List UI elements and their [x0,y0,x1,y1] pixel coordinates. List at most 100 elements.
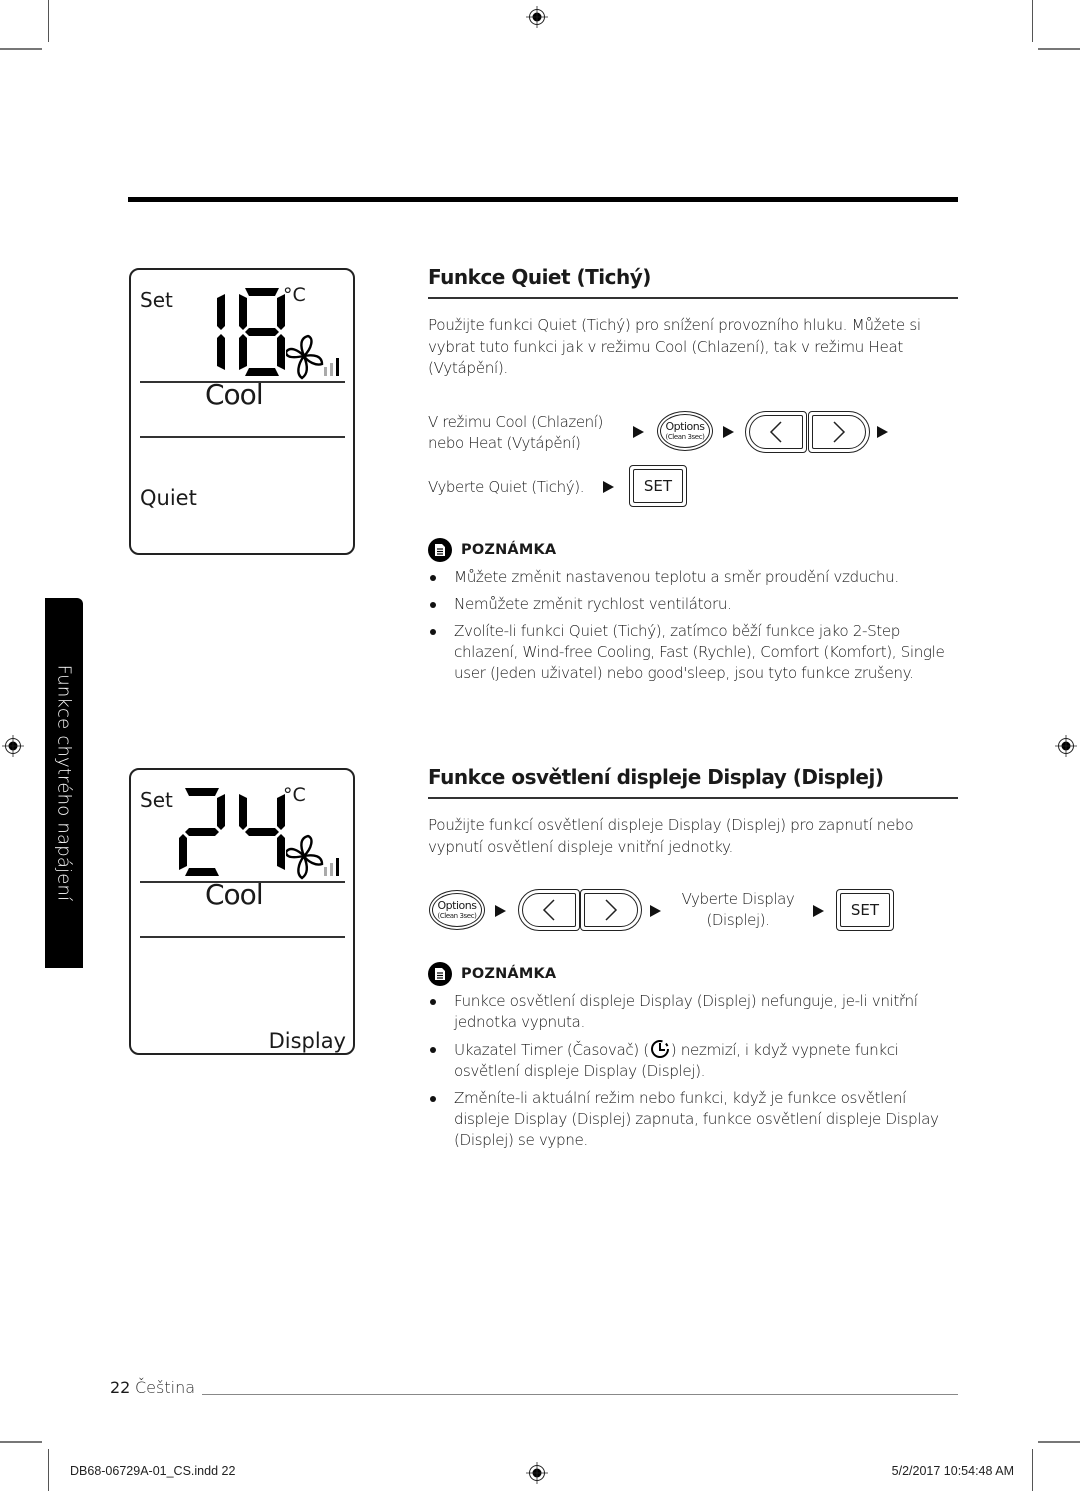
registration-mark-icon [526,1462,548,1484]
footer-rule [202,1394,958,1395]
lcd-segment-f [239,794,247,830]
timer-icon [650,1040,669,1058]
set-button-label: SET [850,901,880,919]
section-intro-display: Použijte funkcí osvětlení displeje Displ… [428,816,914,856]
right-button[interactable] [580,889,642,931]
crop-mark [1032,1449,1033,1491]
note-header: POZNÁMKA [428,538,556,562]
section-rule [428,797,958,799]
lcd-temperature-digits [179,788,285,876]
fan-bar [330,863,333,876]
note-text: Ukazatel Timer (Časovač) ( [454,1041,649,1059]
fan-bar [324,867,327,876]
section-rule [428,297,958,299]
step-condition-line: nebo Heat (Vytápění) [428,434,581,452]
lcd-divider [140,936,345,938]
left-button[interactable] [518,889,580,931]
crop-mark [0,48,42,50]
arrow-right-icon [650,905,661,917]
note-label: POZNÁMKA [461,966,557,982]
arrow-right-icon [603,481,614,493]
header-rule [128,197,958,202]
step-select-display: Vyberte Display (Displej). [672,889,804,931]
lcd-segment-b [217,794,225,830]
arrow-right-icon [813,905,824,917]
lcd-segment-b [217,294,225,330]
section-intro-quiet: Použijte funkci Quiet (Tichý) pro snížen… [428,316,921,377]
chevron-right-icon [833,421,846,443]
lcd-segment-e [179,834,187,870]
remote-display-display: Set °C Cool Display [129,768,355,1055]
fan-speed-icon [286,834,339,880]
note-icon [428,962,452,986]
fan-bar [324,367,327,376]
set-button-label: SET [643,477,673,495]
note-label: POZNÁMKA [461,542,557,558]
fan-bar [336,358,339,376]
print-slug-date: 5/2/2017 10:54:48 AM [891,1464,1014,1478]
set-button[interactable]: SET [836,889,894,931]
note-item: Ukazatel Timer (Časovač) () nezmizí, i k… [428,1039,958,1082]
arrow-right-icon [633,426,644,438]
chevron-left-icon [769,421,782,443]
lcd-unit: °C [283,784,306,806]
section-title-quiet: Funkce Quiet (Tichý) [428,265,651,289]
lcd-segment-f [239,294,247,330]
lcd-segment-d [185,868,219,876]
registration-mark-icon [1055,735,1077,757]
lcd-function: Display [268,1029,346,1053]
lcd-set-label: Set [140,788,173,812]
lcd-segment-c [217,334,225,370]
lcd-segment-d [245,368,279,376]
crop-mark [48,1449,49,1491]
lcd-segment-g [245,328,279,336]
step-select-quiet: Vyberte Quiet (Tichý). [428,478,585,496]
lcd-unit: °C [283,284,306,306]
crop-mark [0,1441,42,1443]
options-button[interactable]: Options (Clean 3sec) [657,411,713,451]
step-text-line: (Displej). [706,911,770,929]
lcd-segment-c [277,334,285,370]
crop-mark [1038,1441,1080,1443]
options-button[interactable]: Options (Clean 3sec) [429,890,485,930]
section-title-display: Funkce osvětlení displeje Display (Displ… [428,765,884,789]
chevron-left-icon [542,899,555,921]
note-item: Změníte-li aktuální režim nebo funkci, k… [428,1088,958,1151]
chapter-side-tab: Funkce chytrého napájení [45,598,83,968]
options-button-label: Options [437,899,477,912]
crop-mark [48,0,49,42]
remote-display-quiet: Set °C Cool Quiet [129,268,355,555]
lcd-temperature-digits [217,288,285,376]
lcd-set-label: Set [140,288,173,312]
note-item: Můžete změnit nastavenou teplotu a směr … [428,567,958,588]
page-language: Čeština [135,1378,196,1397]
crop-mark [1038,48,1080,50]
arrow-right-icon [723,426,734,438]
options-button-sublabel: (Clean 3sec) [437,912,477,920]
set-button[interactable]: SET [629,465,687,507]
step-condition: V režimu Cool (Chlazení) nebo Heat (Vytá… [428,412,603,454]
left-button[interactable] [745,411,807,453]
lcd-segment-a [185,788,219,796]
note-list-display: Funkce osvětlení displeje Display (Displ… [428,991,958,1157]
arrow-right-icon [877,426,888,438]
registration-mark-icon [526,6,548,28]
fan-speed-icon [286,334,339,380]
lcd-segment-g [185,828,219,836]
note-icon [428,538,452,562]
note-header: POZNÁMKA [428,962,556,986]
right-button[interactable] [808,411,870,453]
lcd-mode: Cool [205,878,264,911]
registration-mark-icon [2,735,24,757]
fan-bar [330,363,333,376]
arrow-right-icon [495,905,506,917]
fan-bar [336,858,339,876]
lcd-segment-g [245,828,279,836]
options-button-label: Options [665,420,705,433]
lcd-segment-e [239,334,247,370]
lcd-segment-a [245,288,279,296]
lcd-divider [140,436,345,438]
crop-mark [1032,0,1033,42]
options-button-sublabel: (Clean 3sec) [665,433,705,441]
lcd-function: Quiet [140,486,197,510]
